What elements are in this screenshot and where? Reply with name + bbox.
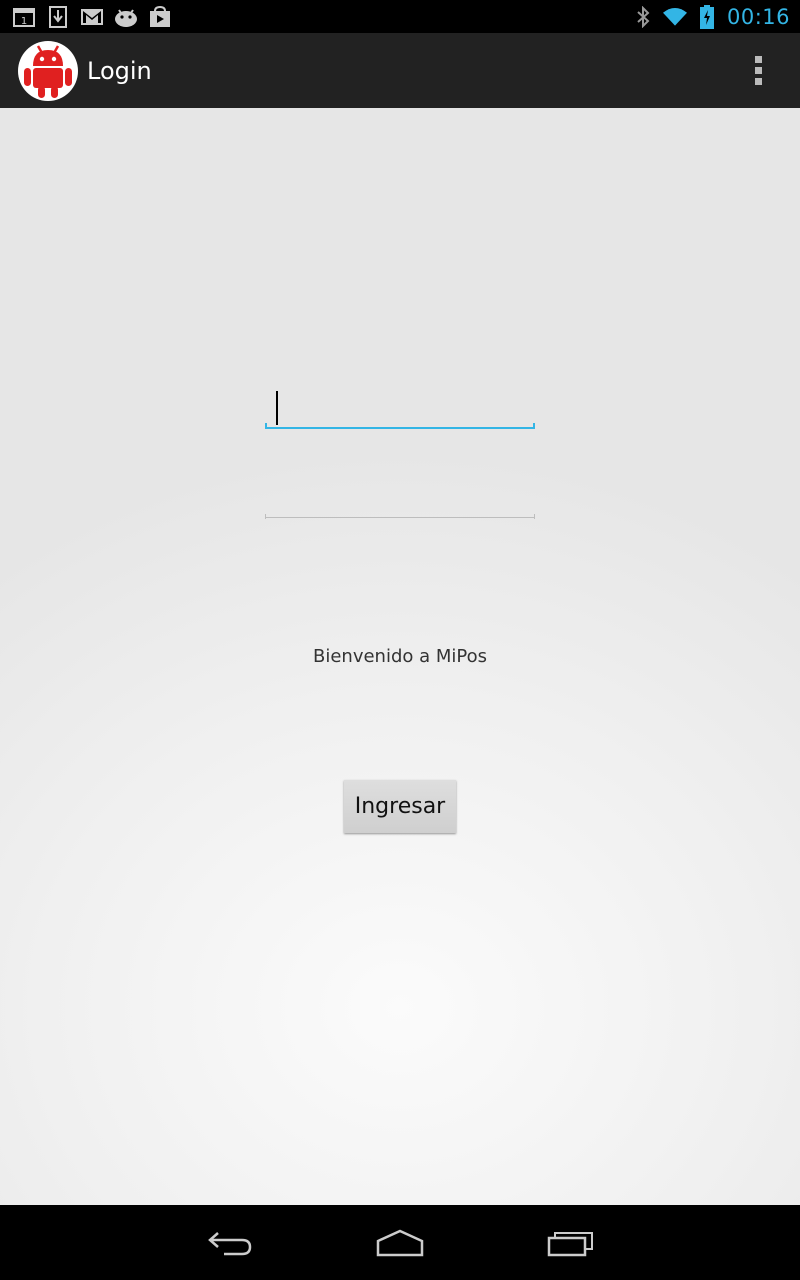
welcome-text: Bienvenido a MiPos	[312, 646, 487, 667]
screen: 1 00:16 Login Bienvenido a MiPos Ingresa…	[0, 0, 800, 1280]
play-store-icon	[148, 5, 172, 29]
password-field[interactable]	[265, 479, 535, 519]
login-button[interactable]: Ingresar	[344, 780, 456, 833]
status-time: 00:16	[726, 4, 790, 29]
text-cursor	[276, 391, 278, 425]
android-logo-icon[interactable]	[18, 40, 78, 101]
download-icon	[46, 5, 70, 29]
gmail-icon	[80, 5, 104, 29]
login-content: Bienvenido a MiPos Ingresar	[0, 108, 800, 1205]
svg-text:1: 1	[21, 16, 27, 27]
android-icon	[114, 5, 138, 29]
bluetooth-icon	[631, 5, 655, 29]
notification-icons: 1	[0, 5, 172, 29]
calendar-icon: 1	[12, 5, 36, 29]
home-icon[interactable]	[370, 1223, 430, 1263]
back-icon[interactable]	[200, 1223, 260, 1263]
recents-icon[interactable]	[541, 1223, 601, 1263]
page-title: Login	[87, 56, 152, 85]
system-status: 00:16	[631, 4, 800, 29]
battery-charging-icon	[695, 4, 719, 29]
status-bar: 1 00:16	[0, 0, 800, 33]
wifi-icon	[662, 5, 687, 29]
username-field[interactable]	[265, 389, 535, 429]
navigation-bar	[0, 1205, 800, 1280]
overflow-menu-icon[interactable]	[748, 51, 768, 91]
action-bar: Login	[0, 33, 800, 108]
